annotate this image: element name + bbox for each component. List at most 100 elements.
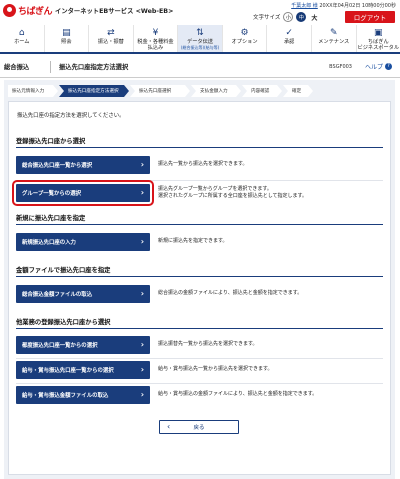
main-panel: 振込先口座の指定方法を選択してください。 登録振込先口座から選択 総合振込先口座… bbox=[8, 101, 391, 475]
button-label: 新規振込先口座の入力 bbox=[22, 240, 76, 246]
button-label: 給与・賞与振込先口座一覧からの選択 bbox=[22, 368, 114, 374]
button-label: グループ一覧からの選択 bbox=[22, 191, 81, 197]
import-salary-amount-file-button[interactable]: 給与・賞与振込金額ファイルの取込 › bbox=[16, 386, 150, 404]
chevron-right-icon: › bbox=[140, 390, 144, 399]
business-portal-icon: ▣ bbox=[374, 28, 383, 38]
screen-id: BSGF003 bbox=[329, 63, 352, 70]
user-name-link[interactable]: 千葉太郎 様 bbox=[291, 3, 318, 9]
data-transfer-icon: ⇅ bbox=[196, 28, 204, 38]
content-area: 振込元情報入力 振込先口座指定方法選択 振込先口座選択 支払金額入力 内容確認 … bbox=[4, 80, 395, 479]
maintenance-icon: ✎ bbox=[329, 28, 338, 38]
nav-maintenance[interactable]: ✎ メンテナンス bbox=[312, 25, 357, 52]
option-description-line1: 振込先グループ一覧からグループを選択できます。 bbox=[158, 185, 272, 192]
help-label: ヘルプ bbox=[364, 64, 383, 71]
option-description: 総合振込の金額ファイルにより、振込先と金額を指定できます。 bbox=[158, 290, 303, 297]
option-row: グループ一覧からの選択 › 振込先グループ一覧からグループを選択できます。 選択… bbox=[12, 180, 383, 206]
step-3: 振込先口座選択 bbox=[130, 85, 190, 97]
intro-text: 振込先口座の指定方法を選択してください。 bbox=[17, 113, 125, 119]
section-line bbox=[16, 224, 383, 225]
nav-data-transfer[interactable]: ⇅ データ伝送 (総合振込等)(給与等) bbox=[178, 25, 223, 52]
nav-approval-label: 承認 bbox=[283, 39, 295, 45]
chevron-right-icon: › bbox=[140, 188, 144, 197]
step-5: 内容確認 bbox=[242, 85, 282, 97]
chevron-right-icon: › bbox=[140, 340, 144, 349]
nav-transfer-label: 振込・振替 bbox=[97, 39, 124, 45]
step-1: 振込元情報入力 bbox=[8, 85, 58, 97]
row-divider bbox=[16, 383, 383, 384]
back-button[interactable]: ‹ 戻る bbox=[159, 420, 239, 434]
nav-tax-payment[interactable]: ¥ 税金・各種料金 払込み bbox=[134, 25, 179, 52]
nav-transfer[interactable]: ⇄ 振込・振替 bbox=[89, 25, 134, 52]
section-line bbox=[16, 147, 383, 148]
chevron-right-icon: › bbox=[140, 237, 144, 246]
button-label: 総合振込先口座一覧から選択 bbox=[22, 163, 93, 169]
logo-mark-icon bbox=[3, 4, 16, 17]
option-description: 給与・賞与振込先一覧から振込先を選択できます。 bbox=[158, 366, 273, 373]
step-4: 支払金額入力 bbox=[191, 85, 241, 97]
font-medium-button[interactable]: 中 bbox=[296, 12, 307, 22]
select-from-salary-list-button[interactable]: 給与・賞与振込先口座一覧からの選択 › bbox=[16, 361, 150, 379]
nav-business-portal[interactable]: ▣ ちばぎん ビジネスポータル bbox=[357, 25, 400, 52]
section-title-registered: 登録振込先口座から選択 bbox=[16, 138, 86, 145]
help-link[interactable]: ヘルプ ? bbox=[365, 62, 392, 71]
font-large-button[interactable]: 大 bbox=[309, 12, 320, 22]
option-row: 都度振込先口座一覧からの選択 › 振込振替先一覧から振込先を選択できます。 bbox=[16, 336, 383, 354]
nav-approval[interactable]: ✓ 承認 bbox=[267, 25, 312, 52]
button-label: 給与・賞与振込金額ファイルの取込 bbox=[22, 393, 109, 399]
nav-home[interactable]: ⌂ ホーム bbox=[0, 25, 45, 52]
new-account-input-button[interactable]: 新規振込先口座の入力 › bbox=[16, 233, 150, 251]
option-row: 給与・賞与振込金額ファイルの取込 › 給与・賞与振込の金額ファイルにより、振込先… bbox=[16, 386, 383, 404]
row-divider bbox=[16, 180, 383, 181]
transfer-icon: ⇄ bbox=[107, 28, 115, 38]
button-label: 都度振込先口座一覧からの選択 bbox=[22, 343, 98, 349]
nav-option[interactable]: ⚙ オプション bbox=[223, 25, 268, 52]
last-login: 20XX年04月02日 10時00分00秒 bbox=[319, 3, 396, 9]
font-size-selector: 文字サイズ 小 中 大 bbox=[253, 12, 320, 22]
nav-option-label: オプション bbox=[231, 39, 258, 45]
home-icon: ⌂ bbox=[18, 28, 25, 38]
row-divider bbox=[16, 358, 383, 359]
global-nav: ⌂ ホーム ▤ 照会 ⇄ 振込・振替 ¥ 税金・各種料金 払込み ⇅ データ伝送… bbox=[0, 25, 400, 54]
step-2-current: 振込先口座指定方法選択 bbox=[59, 85, 129, 97]
nav-tax-payment-label2: 払込み bbox=[147, 45, 164, 51]
tax-payment-icon: ¥ bbox=[152, 28, 159, 38]
document-search-icon: ▤ bbox=[62, 28, 71, 38]
option-description: 振込先一覧から振込先を選択できます。 bbox=[158, 161, 248, 168]
option-description: 振込先グループ一覧からグループを選択できます。 選択されたグループに所属する全口… bbox=[158, 186, 307, 201]
nav-data-transfer-sub: (総合振込等)(給与等) bbox=[180, 45, 220, 50]
button-label: 総合振込金額ファイルの取込 bbox=[22, 292, 93, 298]
step-6: 確定 bbox=[283, 85, 313, 97]
category-title: 総合振込 bbox=[4, 64, 30, 71]
nav-business-portal-label2: ビジネスポータル bbox=[357, 45, 400, 51]
section-line bbox=[16, 328, 383, 329]
font-small-button[interactable]: 小 bbox=[283, 12, 294, 22]
back-button-label: 戻る bbox=[193, 425, 205, 431]
title-bar: 総合振込 振込先口座指定方法選択 BSGF003 ヘルプ ? bbox=[0, 56, 400, 78]
select-from-each-time-list-button[interactable]: 都度振込先口座一覧からの選択 › bbox=[16, 336, 150, 354]
section-title-amount-file: 金額ファイルで振込先口座を指定 bbox=[16, 267, 111, 274]
chevron-right-icon: › bbox=[140, 365, 144, 374]
nav-inquiry-label: 照会 bbox=[61, 39, 72, 45]
progress-steps: 振込元情報入力 振込先口座指定方法選択 振込先口座選択 支払金額入力 内容確認 … bbox=[8, 85, 391, 97]
nav-inquiry[interactable]: ▤ 照会 bbox=[45, 25, 90, 52]
chibagin-logo[interactable]: ちばぎん インターネットEBサービス <Web-EB> bbox=[3, 4, 173, 17]
option-row: 給与・賞与振込先口座一覧からの選択 › 給与・賞与振込先一覧から振込先を選択でき… bbox=[16, 361, 383, 379]
section-title-other-services: 他業務の登録振込先口座から選択 bbox=[16, 319, 111, 326]
user-info: 千葉太郎 様 20XX年04月02日 10時00分00秒 bbox=[291, 2, 396, 9]
option-gear-icon: ⚙ bbox=[240, 28, 249, 38]
nav-home-label: ホーム bbox=[14, 39, 30, 45]
select-from-transfer-list-button[interactable]: 総合振込先口座一覧から選択 › bbox=[16, 156, 150, 174]
font-size-label: 文字サイズ bbox=[253, 15, 281, 21]
import-amount-file-button[interactable]: 総合振込金額ファイルの取込 › bbox=[16, 285, 150, 303]
option-row: 総合振込金額ファイルの取込 › 総合振込の金額ファイルにより、振込先と金額を指定… bbox=[16, 285, 383, 303]
help-icon: ? bbox=[385, 63, 392, 70]
section-line bbox=[16, 276, 383, 277]
chevron-right-icon: › bbox=[140, 289, 144, 298]
page-title: 振込先口座指定方法選択 bbox=[59, 64, 129, 71]
option-description: 振込振替先一覧から振込先を選択できます。 bbox=[158, 341, 258, 348]
header: ちばぎん インターネットEBサービス <Web-EB> 千葉太郎 様 20XX年… bbox=[0, 0, 400, 25]
select-from-group-list-button[interactable]: グループ一覧からの選択 › bbox=[12, 180, 154, 206]
nav-maintenance-label: メンテナンス bbox=[318, 39, 350, 45]
logout-button[interactable]: ログアウト bbox=[345, 11, 395, 23]
option-description: 給与・賞与振込の金額ファイルにより、振込先と金額を指定できます。 bbox=[158, 391, 318, 398]
